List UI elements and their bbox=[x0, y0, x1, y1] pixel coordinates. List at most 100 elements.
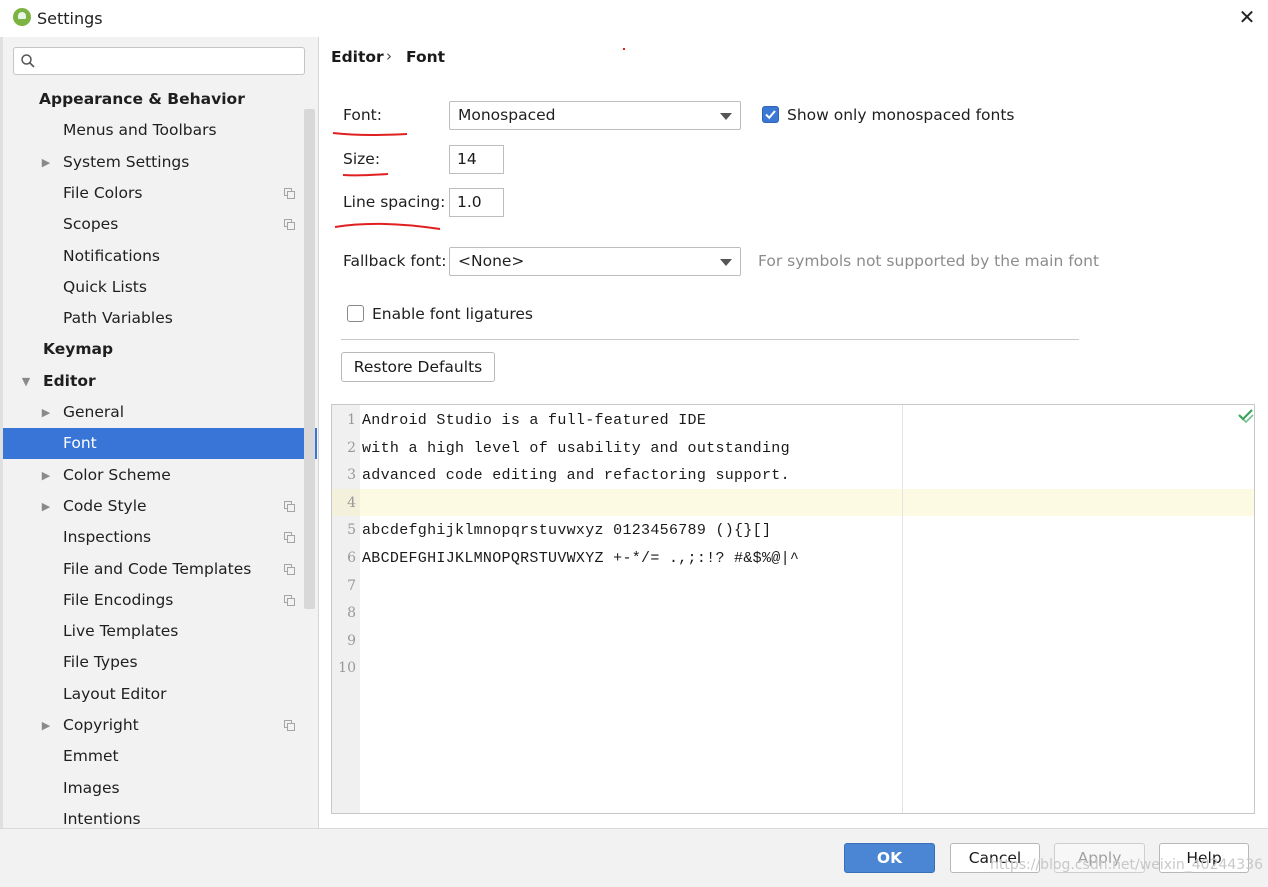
title-bar bbox=[0, 0, 1268, 37]
close-icon[interactable]: ✕ bbox=[1237, 6, 1257, 28]
sidebar-item-notifications[interactable]: Notifications bbox=[3, 241, 317, 272]
show-monospaced-label[interactable]: Show only monospaced fonts bbox=[787, 106, 1015, 124]
breadcrumb-current: Font bbox=[406, 48, 446, 66]
font-preview-editor[interactable]: 1 Android Studio is a full-featured IDE 2 w… bbox=[331, 404, 1255, 814]
project-level-copy-icon bbox=[284, 564, 295, 575]
sidebar-item-label: Menus and Toolbars bbox=[63, 121, 217, 139]
right-margin-guide bbox=[902, 405, 903, 813]
sidebar-item-label: Keymap bbox=[43, 340, 114, 358]
sidebar-item-live-templates[interactable]: Live Templates bbox=[3, 616, 317, 647]
sidebar-item-file-and-code-templates[interactable]: File and Code Templates bbox=[3, 554, 317, 585]
line-number: 8 bbox=[347, 605, 356, 621]
section-divider bbox=[341, 339, 1079, 340]
breadcrumb-separator: › bbox=[386, 47, 392, 65]
sidebar-item-label: File Encodings bbox=[63, 591, 174, 609]
project-level-copy-icon bbox=[284, 219, 295, 230]
sidebar-item-label: Inspections bbox=[63, 528, 152, 546]
sidebar-item-font[interactable]: Font bbox=[3, 428, 317, 459]
line-number: 5 bbox=[347, 522, 356, 538]
preview-code-line: advanced code editing and refactoring su… bbox=[362, 467, 790, 484]
sidebar-item-layout-editor[interactable]: Layout Editor bbox=[3, 679, 317, 710]
breadcrumb-parent[interactable]: Editor bbox=[331, 48, 384, 66]
font-combobox[interactable]: Monospaced bbox=[449, 101, 741, 130]
sidebar-item-label: Layout Editor bbox=[63, 685, 167, 703]
watermark-text: https://blog.csdn.net/weixin_40244336 bbox=[990, 857, 1264, 873]
preview-code-line: with a high level of usability and outst… bbox=[362, 440, 790, 457]
fallback-font-combobox[interactable]: <None> bbox=[449, 247, 741, 276]
sidebar-item-inspections[interactable]: Inspections bbox=[3, 522, 317, 553]
line-number: 3 bbox=[347, 467, 356, 483]
sidebar-item-label: General bbox=[63, 403, 125, 421]
sidebar-item-keymap[interactable]: Keymap bbox=[3, 334, 317, 365]
line-number: 9 bbox=[347, 633, 356, 649]
sidebar-item-file-encodings[interactable]: File Encodings bbox=[3, 585, 317, 616]
project-level-copy-icon bbox=[284, 720, 295, 731]
sidebar-scrollbar[interactable] bbox=[304, 109, 315, 609]
annotation-dot bbox=[623, 48, 625, 50]
sidebar-item-label: Scopes bbox=[63, 215, 119, 233]
window-title: Settings bbox=[37, 9, 103, 28]
sidebar-item-file-colors[interactable]: File Colors bbox=[3, 178, 317, 209]
line-number: 6 bbox=[347, 550, 356, 566]
collapse-arrow-icon[interactable]: ▶ bbox=[40, 147, 52, 178]
preview-code-line: abcdefghijklmnopqrstuvwxyz 0123456789 ()… bbox=[362, 522, 772, 539]
fallback-font-hint: For symbols not supported by the main fo… bbox=[758, 252, 1100, 270]
sidebar-item-label: Emmet bbox=[63, 747, 119, 765]
project-level-copy-icon bbox=[284, 501, 295, 512]
sidebar-item-label: Quick Lists bbox=[63, 278, 147, 296]
sidebar-item-label: Images bbox=[63, 779, 120, 797]
font-label: Font: bbox=[343, 106, 382, 124]
sidebar-item-label: Code Style bbox=[63, 497, 147, 515]
expand-arrow-icon[interactable]: ▼ bbox=[20, 366, 32, 397]
font-ligatures-checkbox[interactable] bbox=[347, 305, 364, 322]
sidebar-item-editor[interactable]: ▼ Editor bbox=[3, 366, 317, 397]
sidebar-item-label: System Settings bbox=[63, 153, 190, 171]
fallback-font-value: <None> bbox=[458, 252, 525, 270]
sidebar-item-label: Path Variables bbox=[63, 309, 173, 327]
sidebar-item-menus-and-toolbars[interactable]: Menus and Toolbars bbox=[3, 115, 317, 146]
dropdown-arrow-icon bbox=[720, 113, 732, 120]
sidebar-item-label: File and Code Templates bbox=[63, 560, 252, 578]
size-field[interactable]: 14 bbox=[449, 145, 504, 174]
sidebar-item-label: Copyright bbox=[63, 716, 139, 734]
line-number: 10 bbox=[338, 660, 356, 676]
sidebar-item-scopes[interactable]: Scopes bbox=[3, 209, 317, 240]
sidebar-item-label: Editor bbox=[43, 372, 96, 390]
collapse-arrow-icon[interactable]: ▶ bbox=[40, 491, 52, 522]
font-ligatures-label[interactable]: Enable font ligatures bbox=[372, 305, 533, 323]
sidebar-item-images[interactable]: Images bbox=[3, 773, 317, 804]
sidebar-item-copyright[interactable]: ▶ Copyright bbox=[3, 710, 317, 741]
collapse-arrow-icon[interactable]: ▶ bbox=[40, 460, 52, 491]
sidebar-item-system-settings[interactable]: ▶ System Settings bbox=[3, 147, 317, 178]
check-icon bbox=[1238, 409, 1254, 423]
collapse-arrow-icon[interactable]: ▶ bbox=[40, 710, 52, 741]
line-number: 2 bbox=[347, 440, 356, 456]
restore-defaults-button[interactable]: Restore Defaults bbox=[341, 352, 495, 382]
sidebar-item-path-variables[interactable]: Path Variables bbox=[3, 303, 317, 334]
show-monospaced-checkbox[interactable] bbox=[762, 106, 779, 123]
sidebar-item-appearance-behavior[interactable]: Appearance & Behavior bbox=[3, 84, 317, 115]
sidebar-item-emmet[interactable]: Emmet bbox=[3, 741, 317, 772]
sidebar-item-general[interactable]: ▶ General bbox=[3, 397, 317, 428]
sidebar-item-label: Live Templates bbox=[63, 622, 179, 640]
sidebar-item-file-types[interactable]: File Types bbox=[3, 647, 317, 678]
project-level-copy-icon bbox=[284, 188, 295, 199]
ok-button[interactable]: OK bbox=[844, 843, 935, 873]
line-number: 1 bbox=[347, 412, 356, 428]
sidebar-item-quick-lists[interactable]: Quick Lists bbox=[3, 272, 317, 303]
sidebar-item-label: Notifications bbox=[63, 247, 161, 265]
checkmark-icon bbox=[765, 110, 776, 120]
sidebar-item-code-style[interactable]: ▶ Code Style bbox=[3, 491, 317, 522]
collapse-arrow-icon[interactable]: ▶ bbox=[40, 397, 52, 428]
fallback-font-label: Fallback font: bbox=[343, 252, 447, 270]
red-underline-annotations bbox=[332, 132, 441, 230]
line-number: 4 bbox=[347, 495, 356, 511]
dropdown-arrow-icon bbox=[720, 259, 732, 266]
sidebar-item-color-scheme[interactable]: ▶ Color Scheme bbox=[3, 460, 317, 491]
preview-code-line: ABCDEFGHIJKLMNOPQRSTUVWXYZ +-*/= .,;:!? … bbox=[362, 550, 800, 567]
settings-search-input[interactable] bbox=[13, 47, 305, 75]
sidebar-item-label: Color Scheme bbox=[63, 466, 171, 484]
line-spacing-field[interactable]: 1.0 bbox=[449, 188, 504, 217]
preview-code-line: Android Studio is a full-featured IDE bbox=[362, 412, 707, 429]
project-level-copy-icon bbox=[284, 532, 295, 543]
